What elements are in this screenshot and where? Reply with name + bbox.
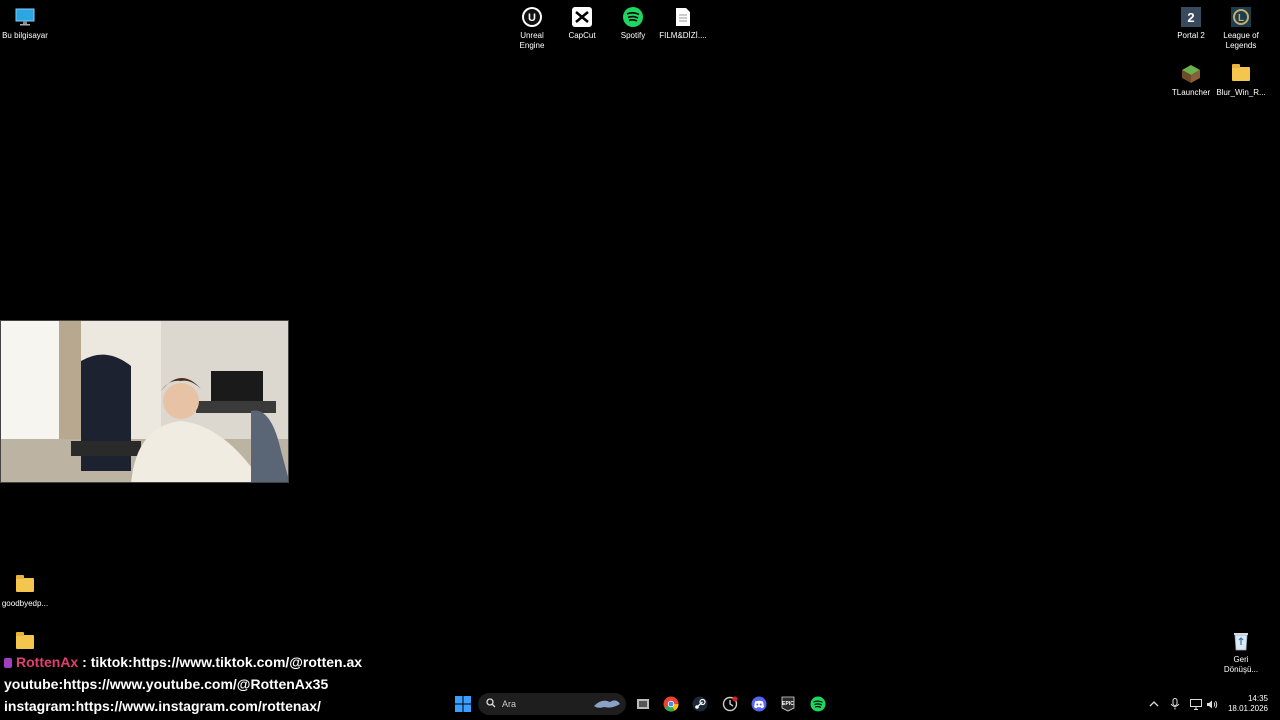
task-view-icon [637, 699, 649, 709]
desktop-icon-label: Spotify [620, 31, 646, 40]
taskbar-chrome[interactable] [661, 694, 681, 714]
search-placeholder: Ara [502, 699, 517, 709]
steam-icon [692, 696, 708, 712]
folder-icon [1230, 63, 1252, 85]
task-view-button[interactable] [633, 694, 653, 714]
svg-text:EPIC: EPIC [782, 701, 794, 707]
taskbar-discord[interactable] [749, 694, 769, 714]
unreal-engine-icon: U [521, 6, 543, 28]
desktop-icon-spotify[interactable]: Spotify [608, 6, 658, 41]
chat-message-tiktok: tiktok:https://www.tiktok.com/@rotten.ax [90, 654, 363, 670]
desktop-icon-unreal-engine[interactable]: U Unreal Engine [507, 6, 557, 51]
clock-app-icon [722, 696, 738, 712]
league-of-legends-icon: L [1230, 6, 1252, 28]
text-file-icon [672, 6, 694, 28]
epic-games-icon: EPIC [781, 696, 795, 712]
microphone-icon [1170, 698, 1180, 710]
desktop-icon-label: League of Legends [1223, 31, 1259, 50]
windows-start-icon [455, 696, 471, 712]
monitor-icon [14, 6, 36, 28]
discord-icon [751, 696, 767, 712]
desktop-icon-label: Unreal Engine [519, 31, 545, 50]
capcut-icon [571, 6, 593, 28]
display-icon [1190, 698, 1202, 710]
search-icon [486, 698, 496, 710]
taskbar-epic-games[interactable]: EPIC [778, 694, 798, 714]
desktop-icon-label: Geri Dönüşü... [1223, 655, 1259, 674]
spotify-icon [810, 696, 826, 712]
folder-icon [14, 574, 36, 596]
desktop-icon-capcut[interactable]: CapCut [557, 6, 607, 41]
portal2-icon: 2 [1180, 6, 1202, 28]
recycle-bin-icon [1230, 630, 1252, 652]
chat-line-1: RottenAx : tiktok:https://www.tiktok.com… [4, 651, 362, 673]
folder-icon [14, 631, 36, 653]
taskbar-spotify[interactable] [808, 694, 828, 714]
svg-text:L: L [1238, 13, 1244, 24]
svg-text:U: U [528, 12, 536, 24]
spotify-icon [622, 6, 644, 28]
desktop-icon-portal2[interactable]: 2 Portal 2 [1166, 6, 1216, 41]
chat-separator: : [78, 654, 91, 670]
desktop-icon-label: CapCut [568, 31, 596, 40]
volume-icon [1207, 700, 1218, 708]
taskbar-search[interactable]: Ara [478, 693, 626, 715]
svg-text:2: 2 [1187, 10, 1194, 25]
chat-username: RottenAx [16, 654, 79, 670]
desktop-icon-film-dizi[interactable]: FILM&DİZİ.... [658, 6, 708, 41]
chrome-icon [663, 696, 679, 712]
desktop-icon-this-pc[interactable]: Bu bilgisayar [0, 6, 50, 41]
desktop-icon-goodbyedp[interactable]: goodbyedp... [0, 574, 50, 609]
tray-volume[interactable] [1202, 694, 1222, 714]
desktop-icon-label: Blur_Win_R... [1216, 88, 1266, 97]
windows-start-button[interactable] [453, 694, 473, 714]
desktop-icon-label: goodbyedp... [1, 599, 49, 608]
search-highlight-icon [592, 696, 622, 712]
taskbar: Ara EPIC 14:35 18.01.2026 [0, 688, 1280, 720]
chevron-up-icon [1149, 701, 1159, 707]
tray-microphone[interactable] [1165, 694, 1185, 714]
desktop-icon-recycle-bin[interactable]: Geri Dönüşü... [1216, 630, 1266, 675]
clock-date: 18.01.2026 [1227, 704, 1268, 713]
taskbar-clock[interactable]: 14:35 18.01.2026 [1228, 694, 1268, 714]
chat-badge-icon [4, 658, 12, 669]
desktop-icon-label: FILM&DİZİ.... [659, 31, 707, 40]
clock-time: 14:35 [1247, 694, 1268, 703]
webcam-overlay [0, 320, 289, 483]
desktop-icon-label: Portal 2 [1177, 31, 1205, 40]
tray-overflow-button[interactable] [1144, 694, 1164, 714]
desktop-icon-label: Bu bilgisayar [2, 31, 48, 40]
desktop-icon-tlauncher[interactable]: TLauncher [1166, 63, 1216, 98]
taskbar-clock-app[interactable] [720, 694, 740, 714]
desktop-icon-label: TLauncher [1171, 88, 1211, 97]
desktop-icon-league-of-legends[interactable]: L League of Legends [1216, 6, 1266, 51]
desktop-icon-blur-win[interactable]: Blur_Win_R... [1216, 63, 1266, 98]
taskbar-steam[interactable] [690, 694, 710, 714]
tlauncher-icon [1180, 63, 1202, 85]
